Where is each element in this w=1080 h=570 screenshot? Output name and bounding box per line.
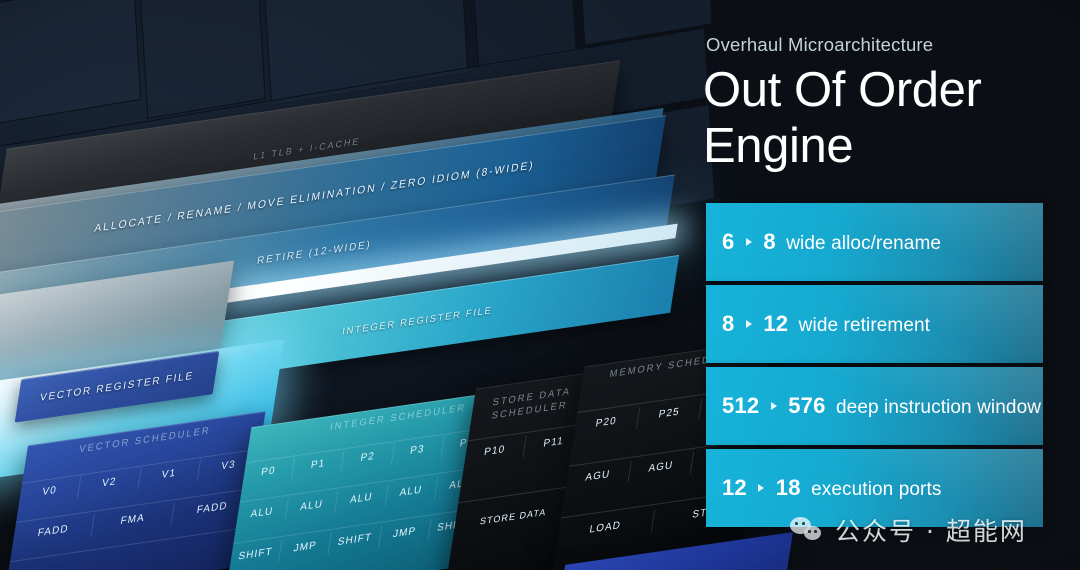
integer-alu: ALU [334,484,388,514]
card-from-value: 6 [722,229,735,254]
card-description: wide retirement [798,315,931,336]
card-to-value: 8 [763,229,776,254]
die-rect [138,0,266,119]
block-label: INTEGER REGISTER FILE [341,304,494,338]
card-description: deep instruction window [835,397,1042,418]
card-from-value: 512 [722,393,760,418]
feature-card-instruction-window[interactable]: 512 576 deep instruction window [706,367,1043,445]
card-from-value: 12 [722,475,747,500]
store-unit: STORE DATA [479,506,548,527]
page-title: Out Of Order Engine [703,63,982,173]
block-label: STORE DATA SCHEDULER [490,385,572,422]
arrow-right-icon [745,320,752,328]
arrow-right-icon [745,238,752,246]
card-to-value: 576 [788,393,826,418]
arrow-right-icon [770,402,777,410]
right-text-column: Overhaul Microarchitecture Out Of Order … [703,0,1080,570]
card-to-value: 18 [775,475,801,500]
store-port: P10 [483,443,506,459]
eyebrow-subtitle: Overhaul Microarchitecture [706,34,934,55]
feature-card-alloc-rename[interactable]: 6 8 wide alloc/rename [706,203,1043,281]
store-port-row: P10 P11 [464,427,585,467]
integer-alu: ALU [383,477,437,507]
card-description: wide alloc/rename [786,233,942,254]
store-unit-row: STORE DATA [453,498,573,535]
integer-alu: ALU [284,491,338,521]
watermark-text: 公众号 · 超能网 [835,517,1027,546]
card-to-value: 12 [763,311,789,336]
block-label: RETIRE (12-WIDE) [256,238,373,267]
watermark: 公众号 · 超能网 [790,512,1027,548]
ooo-engine-diagram: L1 TLB + I-CACHE ALLOCATE / RENAME / MOV… [0,60,800,570]
slide-canvas: el L1 TLB + I-CACHE ALLOCATE / RENAME / … [0,0,1080,570]
integer-unit: SHIFT [237,546,274,563]
integer-unit: JMP [377,518,431,548]
integer-unit: SHIFT [327,525,381,555]
die-rect [0,0,142,128]
vector-port: V2 [77,467,141,499]
vector-port: V1 [136,459,200,490]
card-from-value: 8 [722,311,735,336]
wechat-icon [790,517,824,543]
feature-card-retirement[interactable]: 8 12 wide retirement [706,285,1043,363]
feature-card-list: 6 8 wide alloc/rename 8 12 wide retireme… [706,203,1043,531]
card-description: execution ports [811,479,942,500]
arrow-right-icon [758,484,765,492]
integer-alu: ALU [249,505,275,521]
integer-unit: JMP [278,532,332,562]
block-label: VECTOR REGISTER FILE [39,369,195,404]
